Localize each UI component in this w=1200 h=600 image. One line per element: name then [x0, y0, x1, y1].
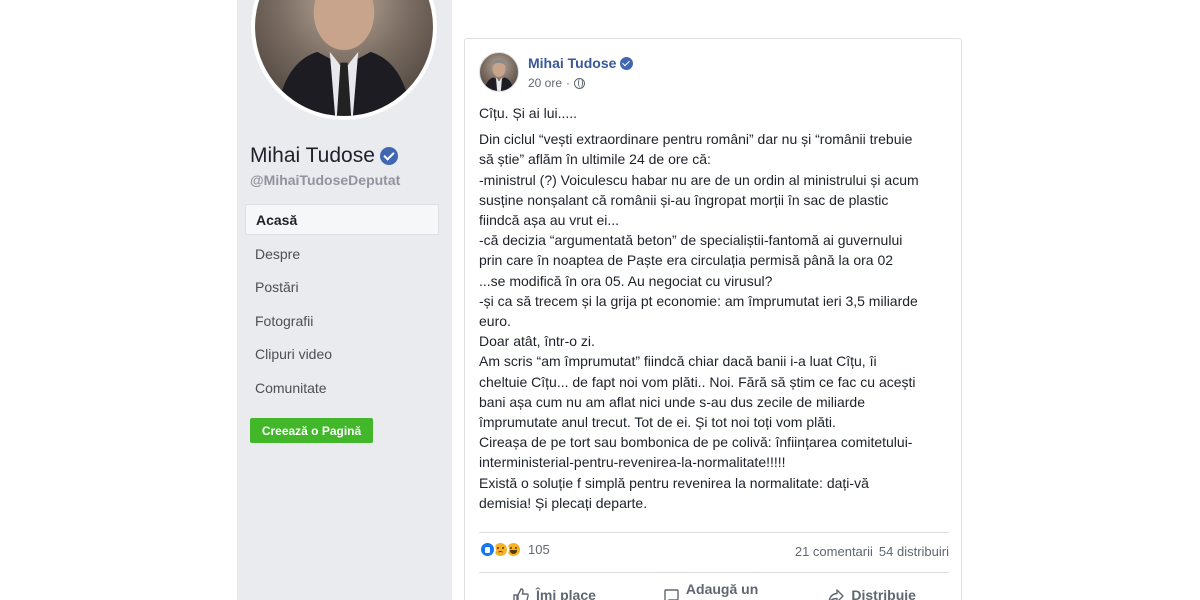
- post-stats: 21 comentarii 54 distribuiri: [795, 544, 949, 559]
- post-line: demisia! Și plecați departe.: [479, 494, 648, 511]
- post-card: Mihai Tudose 20 ore · Cîțu. Și ai lui...…: [464, 38, 962, 600]
- nav-item-fotografii[interactable]: Fotografii: [245, 305, 439, 339]
- page-title[interactable]: Mihai Tudose: [250, 144, 398, 168]
- comment-button-label: Adaugă un comentariu: [686, 581, 761, 600]
- reactions-divider-bottom: [479, 572, 949, 573]
- nav-item-despre[interactable]: Despre: [245, 238, 439, 272]
- verified-badge-icon: [379, 147, 398, 165]
- post-timestamp[interactable]: 20 ore: [528, 76, 562, 90]
- page-handle[interactable]: @MihaiTudoseDeputat: [250, 172, 400, 188]
- shares-count-link[interactable]: 54 distribuiri: [879, 544, 949, 559]
- post-line: Există o soluție f simplă pentru revenir…: [479, 474, 869, 491]
- post-line: cheltuie Cîțu... de fapt noi vom plăti..…: [479, 373, 916, 390]
- post-line: ...se modifică în ora 05. Au negociat cu…: [479, 272, 773, 289]
- share-button[interactable]: Distribuie: [827, 579, 916, 600]
- profile-photo-image: [255, 0, 433, 116]
- post-line: împrumutate anul trecut. Tot de ei. Și t…: [479, 414, 836, 431]
- nav-item-comunitate[interactable]: Comunitate: [245, 372, 439, 406]
- nav-item-postari[interactable]: Postări: [245, 271, 439, 305]
- reactions-summary[interactable]: 105: [479, 541, 550, 558]
- post-line: Am scris “am împrumutat” fiindcă chiar d…: [479, 353, 877, 370]
- reactions-divider-top: [479, 532, 949, 533]
- verified-badge-icon: [620, 56, 634, 70]
- post-meta: 20 ore ·: [528, 76, 586, 90]
- facebook-page: Mihai Tudose @MihaiTudoseDeputat Acasă D…: [0, 0, 1200, 600]
- page-nav: Acasă Despre Postări Fotografii Clipuri …: [245, 204, 439, 405]
- profile-sidebar: Mihai Tudose @MihaiTudoseDeputat Acasă D…: [237, 0, 451, 600]
- post-author-name: Mihai Tudose: [528, 55, 617, 71]
- post-line: prin care în noaptea de Paște era circul…: [479, 252, 894, 269]
- globe-icon[interactable]: [574, 77, 586, 89]
- post-line: Cireașa de pe tort sau bombonica de pe c…: [479, 434, 913, 451]
- share-button-label: Distribuie: [851, 587, 916, 600]
- nav-item-acasa[interactable]: Acasă: [245, 204, 439, 235]
- column-divider: [451, 0, 452, 600]
- post-line: Doar atât, într-o zi.: [479, 333, 595, 350]
- post-line: Din ciclul “vești extraordinare pentru r…: [479, 131, 913, 148]
- post-line: fiindcă așa au vrut ei...: [479, 212, 620, 229]
- thumbs-up-icon: [512, 587, 530, 600]
- post-line: -și ca să trecem și la grija pt economie…: [479, 292, 918, 309]
- post-line: euro.: [479, 313, 511, 330]
- comments-count-link[interactable]: 21 comentarii: [795, 544, 873, 559]
- like-button-label: Îmi place: [536, 587, 596, 600]
- page-title-text: Mihai Tudose: [250, 144, 375, 167]
- comment-button[interactable]: Adaugă un comentariu: [662, 579, 761, 600]
- comment-label-line1: Adaugă un: [685, 581, 759, 597]
- meta-separator: ·: [566, 76, 571, 90]
- post-line: -ministrul (?) Voiculescu habar nu are d…: [479, 171, 919, 188]
- post-body: Cîțu. Și ai lui..... Din ciclul “vești e…: [479, 103, 953, 513]
- profile-picture[interactable]: [251, 0, 437, 120]
- post-line: susține nonșalant că românii și-au îngro…: [479, 191, 889, 208]
- post-line: bani așa cum nu am aflat nici unde s-au …: [479, 393, 865, 410]
- post-line: interministerial-pentru-revenirea-la-nor…: [479, 454, 786, 471]
- post-lead-text: Cîțu. Și ai lui.....: [479, 105, 578, 121]
- create-page-button[interactable]: Creează o Pagină: [250, 418, 373, 443]
- like-button[interactable]: Îmi place: [512, 579, 596, 600]
- post-line: să știe” aflăm în ultimile 24 de ore că:: [479, 151, 711, 168]
- reaction-count: 105: [528, 542, 550, 557]
- share-arrow-icon: [827, 587, 845, 600]
- comment-bubble-icon: [662, 587, 680, 600]
- post-line: -că decizia “argumentată beton” de speci…: [479, 232, 903, 249]
- post-avatar[interactable]: [479, 52, 519, 92]
- post-actions: Îmi place Adaugă un comentariu Distribui…: [479, 579, 949, 600]
- like-reaction-icon: [479, 541, 496, 558]
- nav-item-clipuri-video[interactable]: Clipuri video: [245, 338, 439, 372]
- post-author-link[interactable]: Mihai Tudose: [528, 55, 634, 71]
